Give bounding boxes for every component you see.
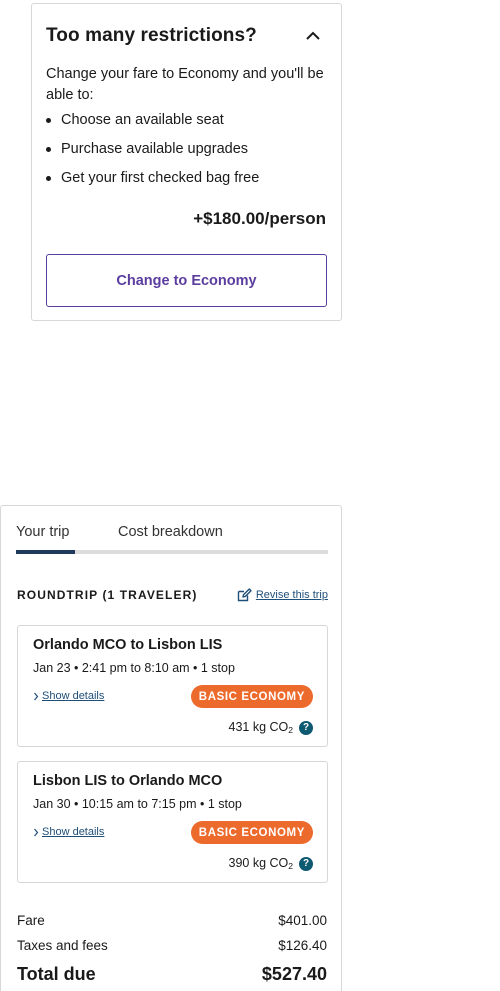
fare-label: Fare <box>17 913 45 928</box>
segment-time: Jan 30 • 10:15 am to 7:15 pm • 1 stop <box>33 797 242 811</box>
change-to-economy-button[interactable]: Change to Economy <box>46 254 327 307</box>
benefits-list: Choose an available seat Purchase availa… <box>46 106 259 193</box>
co2-emissions: 431 kg CO2 ? <box>228 720 313 735</box>
taxes-label: Taxes and fees <box>17 938 108 953</box>
total-label: Total due <box>17 964 96 984</box>
info-icon[interactable]: ? <box>299 856 313 871</box>
restrictions-card: Too many restrictions? Change your fare … <box>31 3 342 321</box>
co2-value: 431 kg CO2 <box>228 720 294 735</box>
collapse-button[interactable] <box>299 23 327 49</box>
fare-class-badge: BASIC ECONOMY <box>190 821 313 844</box>
chevron-right-icon <box>34 692 39 700</box>
total-row: Total due $527.40 <box>17 964 327 985</box>
show-details-link[interactable]: Show details <box>33 690 104 702</box>
fare-row: Fare $401.00 <box>17 913 327 928</box>
info-icon[interactable]: ? <box>299 720 313 735</box>
trip-summary-card: Your trip Cost breakdown ROUNDTRIP (1 TR… <box>0 505 342 991</box>
benefit-item-seat: Choose an available seat <box>46 106 259 135</box>
benefit-item-upgrades: Purchase available upgrades <box>46 135 259 164</box>
tab-your-trip[interactable]: Your trip <box>16 524 69 540</box>
total-value: $527.40 <box>261 964 327 984</box>
show-details-label: Show details <box>42 826 105 838</box>
restrictions-intro: Change your fare to Economy and you'll b… <box>46 66 324 103</box>
show-details-label: Show details <box>42 690 105 702</box>
fare-class-badge: BASIC ECONOMY <box>190 685 313 708</box>
tab-cost-breakdown[interactable]: Cost breakdown <box>118 524 223 540</box>
segment-time: Jan 23 • 2:41 pm to 8:10 am • 1 stop <box>33 661 235 675</box>
benefit-item-bag: Get your first checked bag free <box>46 164 259 193</box>
trip-header: ROUNDTRIP (1 TRAVELER) Revise this trip <box>17 585 328 605</box>
co2-value: 390 kg CO2 <box>228 856 294 871</box>
chevron-right-icon <box>34 828 39 836</box>
co2-emissions: 390 kg CO2 ? <box>228 856 313 871</box>
upgrade-price: +$180.00/person <box>193 209 326 228</box>
revise-trip-label: Revise this trip <box>255 589 328 601</box>
edit-icon <box>237 588 252 602</box>
segment-route: Orlando MCO to Lisbon LIS <box>33 637 223 653</box>
show-details-link[interactable]: Show details <box>33 826 104 838</box>
restrictions-header: Too many restrictions? <box>46 23 327 49</box>
taxes-row: Taxes and fees $126.40 <box>17 938 327 953</box>
flight-segment-outbound: Orlando MCO to Lisbon LIS Jan 23 • 2:41 … <box>17 625 328 747</box>
fare-value: $401.00 <box>278 913 327 928</box>
flight-segment-return: Lisbon LIS to Orlando MCO Jan 30 • 10:15… <box>17 761 328 883</box>
segment-route: Lisbon LIS to Orlando MCO <box>33 773 223 789</box>
chevron-up-icon <box>306 31 320 40</box>
tab-active-indicator <box>16 550 75 554</box>
revise-trip-link[interactable]: Revise this trip <box>237 588 328 602</box>
restrictions-title: Too many restrictions? <box>46 25 257 46</box>
trip-type-label: ROUNDTRIP (1 TRAVELER) <box>17 588 198 602</box>
taxes-value: $126.40 <box>278 938 327 953</box>
